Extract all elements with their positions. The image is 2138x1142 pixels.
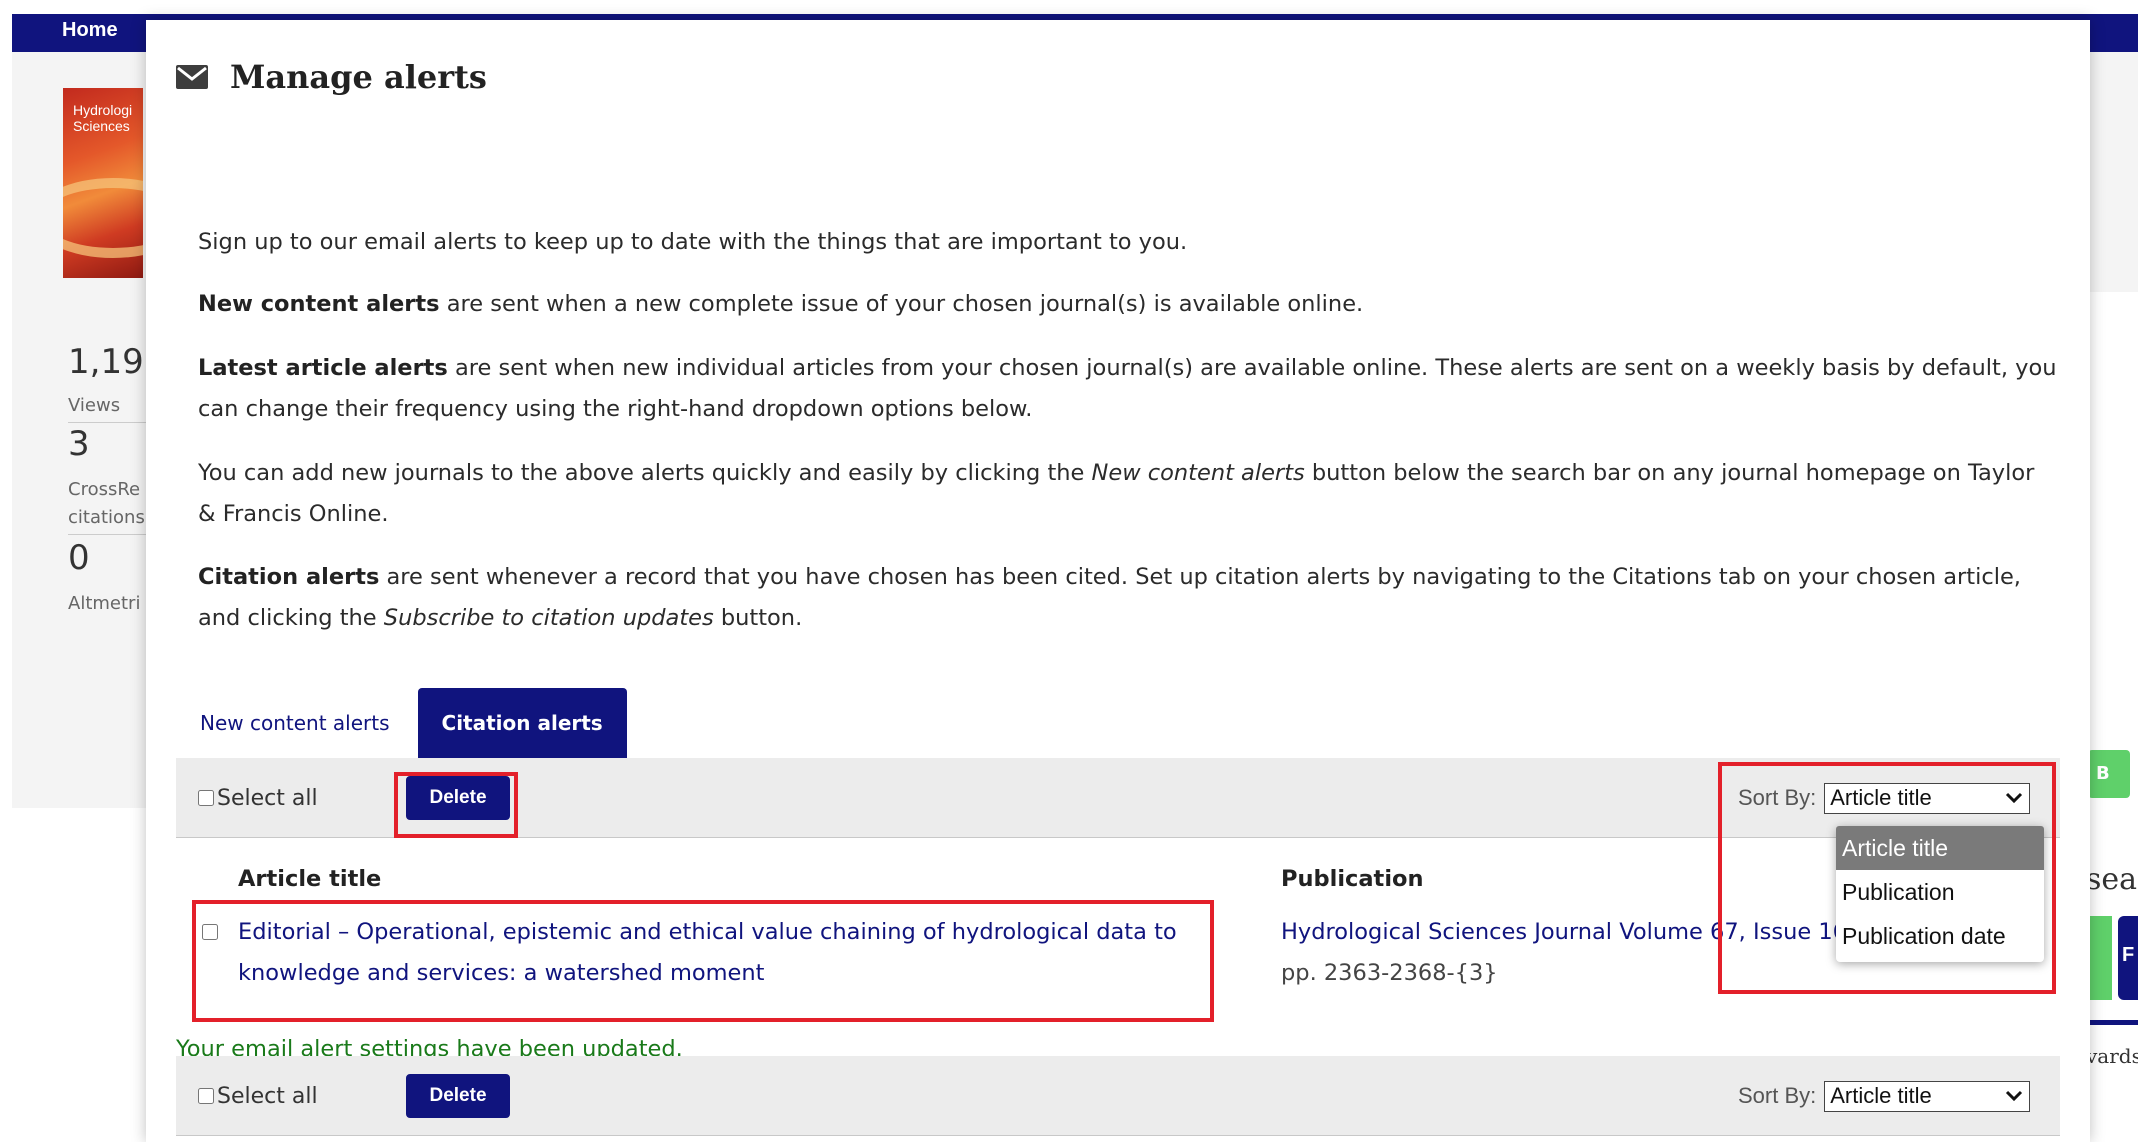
navy-tile-letter: F (2122, 944, 2135, 966)
citation-alerts-description: Citation alerts are sent whenever a reco… (198, 557, 2058, 639)
sort-select-value-bottom: Article title (1830, 1083, 1932, 1108)
crossref-count: 3 (68, 424, 90, 464)
alerts-toolbar-bottom: Select all Delete Sort By: Article title (176, 1056, 2060, 1136)
add-journals-pre: You can add new journals to the above al… (198, 460, 1092, 486)
select-all-top[interactable]: Select all (198, 758, 318, 838)
publication-pages: pp. 2363-2368-{3} (1281, 960, 1498, 986)
awards-fragment: vards (2086, 1044, 2138, 1068)
manage-alerts-modal: Manage alerts Sign up to our email alert… (146, 20, 2090, 1142)
envelope-icon (176, 65, 208, 89)
sort-by-control-bottom: Sort By: Article title (1738, 1056, 2031, 1136)
alerts-toolbar-top: Select all Delete Sort By: Article title (176, 758, 2060, 838)
sort-option-publication[interactable]: Publication (1836, 870, 2044, 914)
sort-select-value: Article title (1830, 785, 1932, 810)
journal-cover-image[interactable]: Hydrologi Sciences (63, 88, 143, 278)
tab-citation-alerts[interactable]: Citation alerts (417, 688, 627, 758)
new-content-term: New content alerts (198, 291, 440, 317)
green-tile[interactable] (2088, 916, 2112, 1000)
cover-title: Hydrologi Sciences (73, 102, 133, 134)
latest-article-text: are sent when new individual articles fr… (198, 355, 2057, 422)
sort-option-publication-date[interactable]: Publication date (1836, 914, 2044, 958)
intro-text: Sign up to our email alerts to keep up t… (198, 229, 1188, 255)
delete-button[interactable]: Delete (406, 776, 510, 820)
views-label: Views (68, 395, 121, 416)
citation-alerts-post: button. (713, 605, 803, 631)
sort-by-label-bottom: Sort By: (1738, 1083, 1817, 1108)
column-header-article-title: Article title (238, 866, 382, 892)
search-heading-fragment: sear (2086, 862, 2138, 897)
altmetric-label: Altmetri (68, 593, 141, 614)
sort-select-bottom[interactable]: Article title (1824, 1080, 2031, 1112)
select-all-bottom[interactable]: Select all (198, 1056, 318, 1136)
publication-cell: Hydrological Sciences Journal Volume 67,… (1281, 912, 1847, 994)
add-journals-italic: New content alerts (1091, 460, 1305, 486)
alert-tabs: New content alerts Citation alerts (176, 688, 627, 758)
cover-swirl (63, 178, 143, 258)
latest-article-description: Latest article alerts are sent when new … (198, 348, 2058, 430)
row-checkbox[interactable] (202, 924, 218, 940)
select-all-label-bottom: Select all (217, 1083, 318, 1109)
new-content-description: New content alerts are sent when a new c… (198, 284, 2058, 325)
sort-option-article-title[interactable]: Article title (1836, 826, 2044, 870)
citation-alerts-term: Citation alerts (198, 564, 380, 590)
select-all-checkbox[interactable] (198, 790, 214, 806)
select-all-checkbox-bottom[interactable] (198, 1088, 214, 1104)
add-journals-description: You can add new journals to the above al… (198, 453, 2058, 535)
metric-divider (68, 534, 152, 535)
metric-divider (68, 422, 152, 423)
sort-options-dropdown: Article title Publication Publication da… (1836, 826, 2044, 962)
right-edge-panel (2090, 88, 2138, 288)
navy-tile[interactable]: F (2118, 916, 2138, 1000)
green-badge[interactable]: B (2088, 750, 2130, 798)
column-header-publication: Publication (1281, 866, 1424, 892)
nav-home-link[interactable]: Home (62, 19, 118, 42)
select-all-label: Select all (217, 785, 318, 811)
citation-alerts-italic: Subscribe to citation updates (383, 605, 714, 631)
sort-by-label: Sort By: (1738, 785, 1817, 810)
modal-title: Manage alerts (230, 58, 487, 96)
crossref-label: CrossRe (68, 479, 141, 500)
altmetric-count: 0 (68, 538, 90, 578)
publication-link[interactable]: Hydrological Sciences Journal Volume 67,… (1281, 919, 1847, 945)
views-count: 1,19 (68, 342, 144, 382)
citations-label: citations (68, 507, 145, 528)
new-content-text: are sent when a new complete issue of yo… (439, 291, 1364, 317)
chevron-down-icon (2006, 1090, 2023, 1102)
chevron-down-icon (2006, 792, 2023, 804)
navy-underline (2082, 1020, 2138, 1025)
delete-button-bottom[interactable]: Delete (406, 1074, 510, 1118)
sort-select[interactable]: Article title (1824, 782, 2031, 814)
article-title-link[interactable]: Editorial – Operational, epistemic and e… (238, 912, 1198, 994)
latest-article-term: Latest article alerts (198, 355, 448, 381)
modal-header: Manage alerts (176, 58, 487, 96)
tab-new-content-alerts[interactable]: New content alerts (176, 688, 414, 758)
